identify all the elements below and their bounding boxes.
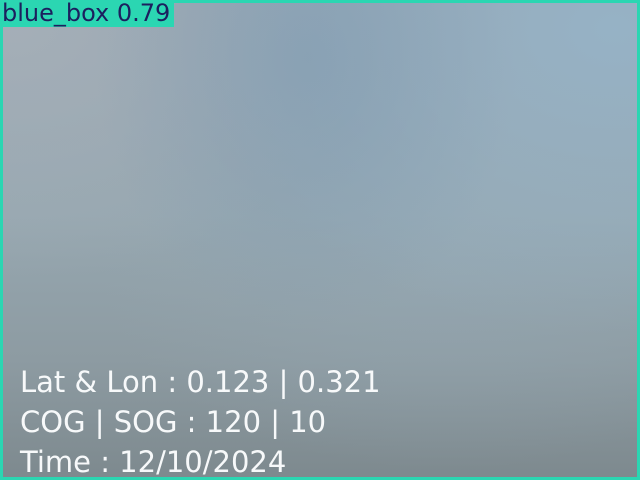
detection-label: blue_box 0.79: [0, 0, 175, 27]
lat-lon-readout: Lat & Lon : 0.123 | 0.321: [20, 365, 381, 399]
time-readout: Time : 12/10/2024: [20, 445, 287, 479]
camera-frame: blue_box 0.79 Lat & Lon : 0.123 | 0.321 …: [0, 0, 640, 480]
cog-sog-readout: COG | SOG : 120 | 10: [20, 405, 327, 439]
telemetry-overlay: Lat & Lon : 0.123 | 0.321 COG | SOG : 12…: [20, 362, 381, 480]
